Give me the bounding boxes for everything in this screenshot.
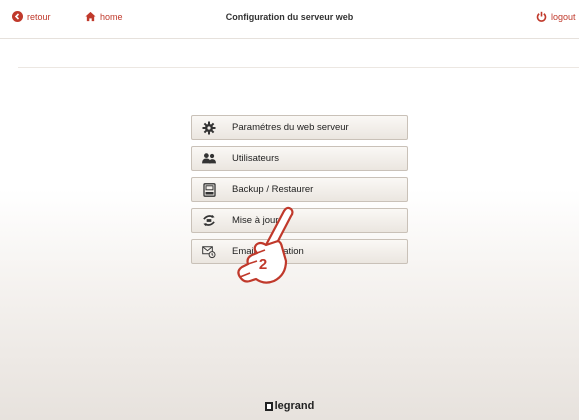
users-icon bbox=[202, 152, 216, 166]
logout-link[interactable]: logout bbox=[536, 11, 576, 22]
step-number: 2 bbox=[259, 256, 267, 273]
users-label: Utilisateurs bbox=[232, 153, 279, 164]
backup-icon bbox=[202, 182, 216, 197]
power-icon bbox=[536, 11, 547, 22]
users-button[interactable]: Utilisateurs bbox=[191, 146, 408, 171]
legrand-logo: legrand bbox=[0, 400, 579, 412]
step-hand-pointer: 2 bbox=[232, 203, 304, 289]
page-title: Configuration du serveur web bbox=[225, 12, 354, 22]
top-bar: retour home Configuration du serveur web… bbox=[0, 0, 579, 39]
gear-icon bbox=[202, 121, 216, 135]
legrand-logo-mark bbox=[264, 401, 273, 411]
web-server-settings-label: Paramétres du web serveur bbox=[232, 122, 349, 133]
email-notification-icon bbox=[202, 245, 216, 259]
update-icon bbox=[202, 214, 216, 228]
backup-restore-label: Backup / Restaurer bbox=[232, 184, 314, 195]
divider bbox=[18, 67, 579, 68]
backup-restore-button[interactable]: Backup / Restaurer bbox=[191, 177, 408, 202]
logout-label: logout bbox=[551, 11, 576, 22]
brand-label: legrand bbox=[274, 400, 315, 412]
web-server-settings-button[interactable]: Paramétres du web serveur bbox=[191, 115, 408, 140]
